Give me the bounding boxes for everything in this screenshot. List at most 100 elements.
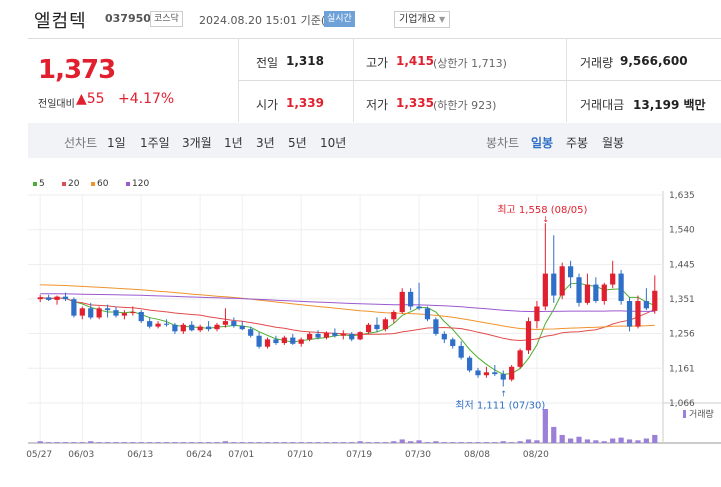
candle-body [231, 321, 237, 326]
volume-bar [130, 442, 136, 443]
high-label: 고가 [366, 56, 389, 70]
volume-bar [54, 442, 60, 443]
x-tick-label: 05/27 [26, 450, 52, 460]
volume-bar [214, 442, 220, 443]
volume-bar [643, 438, 649, 443]
candle-body [340, 333, 346, 336]
candle-body [163, 323, 170, 325]
tab-3year[interactable]: 3년 [256, 134, 275, 151]
candle-body [315, 333, 321, 338]
candle-body [424, 308, 431, 320]
tab-5year[interactable]: 5년 [288, 134, 307, 151]
volume-bar [610, 438, 616, 443]
low-label: 저가 [366, 98, 389, 112]
candle-body [222, 321, 229, 325]
candle-body [273, 339, 279, 344]
candle-body [307, 333, 313, 340]
candle-body [492, 372, 498, 375]
volume-legend-swatch [683, 410, 686, 418]
candle-body [147, 321, 153, 327]
volume-bar [264, 442, 271, 443]
candle-body [576, 277, 582, 303]
change-percent: +4.17% [118, 91, 175, 107]
legend-swatch [126, 181, 130, 186]
volume-bar [62, 442, 69, 443]
tab-line-chart[interactable]: 선차트 [64, 134, 97, 151]
candle-body [332, 332, 338, 336]
high-value: 1,415 [396, 54, 434, 68]
volume-bar [340, 442, 346, 443]
candle-body [584, 284, 591, 303]
prev-close-label: 전일 [256, 56, 279, 70]
x-tick-label: 06/24 [186, 450, 212, 460]
tab-daily[interactable]: 일봉 [531, 134, 553, 151]
price-summary: 1,373 전일대비 ▲55 +4.17% [28, 39, 238, 122]
x-tick-label: 08/20 [523, 450, 549, 460]
volume-bar [239, 442, 245, 443]
volume-bar [635, 440, 641, 443]
volume-bar [475, 442, 481, 443]
candle-body [264, 339, 271, 347]
candle-body [281, 337, 287, 344]
candle-body [54, 296, 60, 300]
chart-tab-bar: 선차트 1일 1주일 3개월 1년 3년 5년 10년 봉차트 일봉 주봉 월봉 [28, 123, 721, 158]
volume-bar [96, 442, 102, 443]
stock-header: 엘컴텍 037950 코스닥 2024.08.20 15:01 기준(장중) 실… [0, 0, 721, 38]
candle-body [542, 273, 548, 307]
volume-bar [46, 442, 52, 443]
candle-body [391, 311, 397, 320]
volume-label: 거래량 [580, 56, 614, 70]
volume-bar [408, 441, 414, 443]
volume-bar [121, 442, 128, 443]
candle-body [172, 324, 178, 332]
volume-bar [231, 442, 237, 443]
candle-body [46, 297, 52, 300]
volume-bar [652, 434, 658, 443]
tab-3month[interactable]: 3개월 [182, 134, 212, 151]
lower-limit: (하한가 923) [433, 99, 497, 112]
volume-bar [382, 442, 388, 443]
tab-10year[interactable]: 10년 [320, 134, 346, 151]
volume-bar [492, 442, 498, 443]
candle-body [382, 319, 388, 330]
y-tick-label: 1,635 [669, 191, 695, 201]
realtime-badge[interactable]: 실시간 [324, 11, 355, 27]
volume-bar [290, 442, 296, 443]
candlestick-chart[interactable]: 1,635 1,540 1,445 1,351 1,256 1,161 1,066 05/27… [0, 187, 721, 487]
candle-body [534, 306, 540, 322]
volume-bar [315, 442, 321, 443]
y-tick-label: 1,161 [669, 364, 695, 374]
volume-bar [374, 442, 380, 443]
up-arrow-icon: ↑ [500, 390, 507, 399]
candle-body [130, 311, 136, 314]
candle-body [643, 301, 649, 309]
candle-body [635, 301, 641, 327]
candle-body [121, 313, 128, 316]
volume-bar [391, 441, 397, 443]
volume-bar [584, 439, 591, 443]
candle-body [113, 310, 119, 316]
tab-weekly[interactable]: 주봉 [566, 134, 588, 151]
volume-bar [517, 441, 523, 443]
volume-bar [256, 442, 262, 443]
volume-bar [567, 438, 574, 443]
candle-body [62, 296, 69, 300]
company-info-button[interactable]: 기업개요 ▼ [394, 11, 451, 28]
current-price: 1,373 [38, 55, 116, 85]
candle-body [610, 273, 616, 285]
volume-bar [104, 442, 111, 443]
candle-body [458, 345, 464, 358]
tab-1year[interactable]: 1년 [224, 134, 243, 151]
x-tick-label: 07/19 [346, 450, 372, 460]
tab-monthly[interactable]: 월봉 [602, 134, 624, 151]
volume-bar [71, 442, 77, 443]
tab-candle-chart[interactable]: 봉차트 [486, 134, 519, 151]
candle-body [180, 324, 186, 332]
volume-bar [500, 441, 506, 443]
volume-bar [450, 442, 456, 443]
tab-1day[interactable]: 1일 [107, 134, 126, 151]
x-tick-label: 06/13 [127, 450, 153, 460]
volume-bar [180, 442, 186, 443]
tab-1week[interactable]: 1주일 [140, 134, 170, 151]
candle-body [138, 311, 144, 322]
